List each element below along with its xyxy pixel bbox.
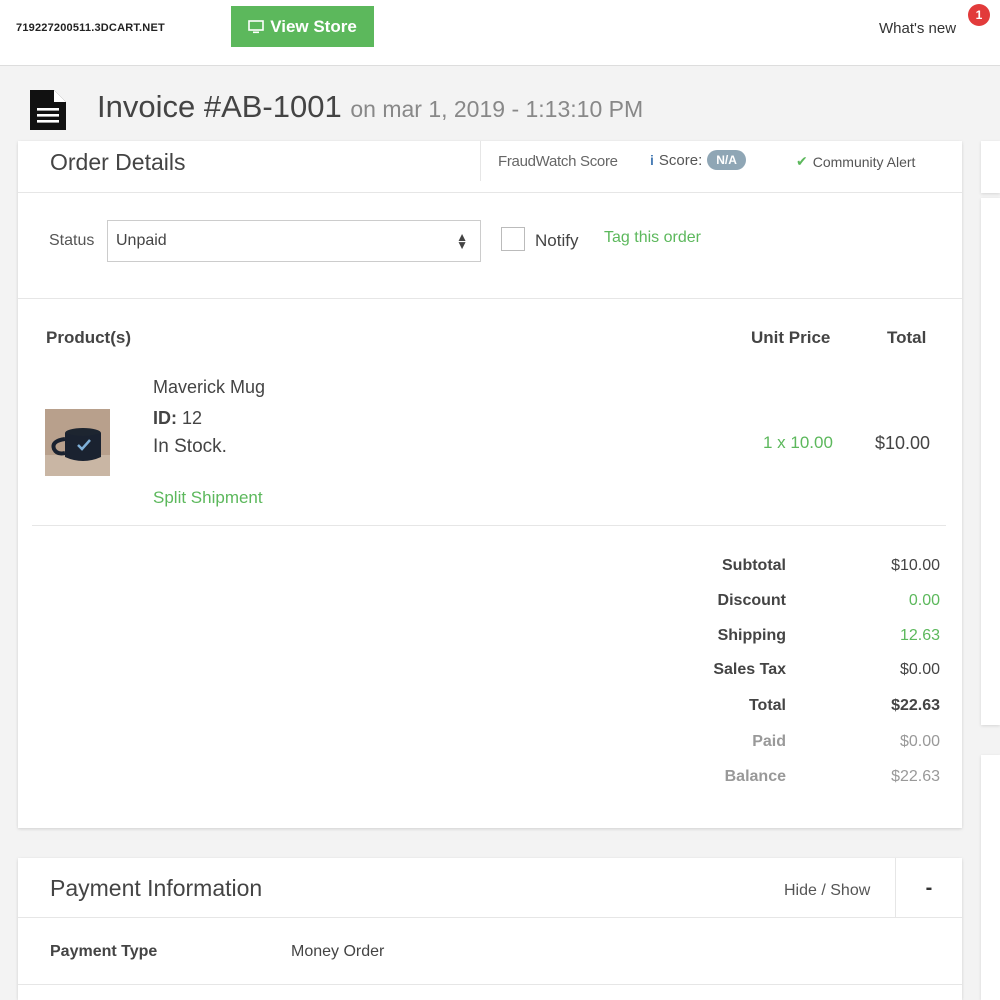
product-name[interactable]: Maverick Mug bbox=[153, 377, 265, 398]
header-divider bbox=[480, 141, 481, 181]
top-bar: 719227200511.3DCART.NET View Store What'… bbox=[0, 0, 1000, 66]
collapse-button[interactable]: - bbox=[896, 858, 962, 918]
paid-label: Paid bbox=[752, 733, 786, 750]
status-select[interactable]: Unpaid ▲ ▼ bbox=[107, 220, 481, 262]
product-stock-status: In Stock. bbox=[153, 436, 227, 457]
products-column-header: Product(s) bbox=[46, 328, 131, 347]
status-row: Status Unpaid ▲ ▼ Notify Tag this order bbox=[18, 194, 962, 299]
notify-label: Notify bbox=[535, 231, 579, 250]
total-label: Total bbox=[748, 697, 786, 714]
total-value: $22.63 bbox=[891, 697, 940, 714]
discount-label: Discount bbox=[717, 592, 786, 609]
order-details-header: Order Details FraudWatch Score i Score: … bbox=[18, 141, 962, 193]
info-icon[interactable]: i bbox=[650, 152, 654, 168]
total-column-header: Total bbox=[887, 328, 927, 347]
score-badge: N/A bbox=[707, 150, 746, 170]
split-shipment-link[interactable]: Split Shipment bbox=[153, 488, 263, 508]
select-caret-icon: ▲ ▼ bbox=[456, 230, 468, 252]
balance-value: $22.63 bbox=[891, 768, 940, 785]
document-icon bbox=[30, 90, 66, 130]
product-id-label: ID: bbox=[153, 408, 177, 428]
order-details-title: Order Details bbox=[50, 149, 186, 175]
payment-divider bbox=[18, 984, 962, 985]
product-line-total: $10.00 bbox=[875, 433, 931, 453]
score-label: Score: bbox=[658, 151, 703, 169]
status-label: Status bbox=[49, 232, 95, 249]
view-store-label: View Store bbox=[270, 16, 357, 36]
score-indicator: i Score: N/A bbox=[650, 150, 746, 170]
shipping-value[interactable]: 12.63 bbox=[800, 627, 940, 645]
community-alert[interactable]: ✔ Community Alert bbox=[796, 153, 915, 170]
monitor-icon bbox=[248, 19, 264, 33]
balance-label: Balance bbox=[724, 768, 786, 785]
product-id: ID: 12 bbox=[153, 408, 202, 429]
notification-badge[interactable]: 1 bbox=[968, 4, 990, 26]
notify-checkbox[interactable] bbox=[501, 227, 525, 251]
sales-tax-value: $0.00 bbox=[899, 661, 940, 678]
side-panel-bottom bbox=[981, 755, 1000, 1000]
hide-show-toggle[interactable]: Hide / Show bbox=[784, 882, 870, 900]
side-panel-top bbox=[981, 141, 1000, 193]
payment-title: Payment Information bbox=[50, 875, 263, 901]
subtotal-value: $10.00 bbox=[891, 557, 940, 574]
invoice-number: Invoice #AB-1001 bbox=[97, 89, 342, 124]
payment-type-label: Payment Type bbox=[50, 943, 158, 960]
unit-price-column-header: Unit Price bbox=[751, 328, 831, 347]
check-icon: ✔ bbox=[796, 153, 808, 169]
sales-tax-label: Sales Tax bbox=[713, 661, 786, 678]
payment-information-card: Payment Information Hide / Show - Paymen… bbox=[18, 858, 962, 1000]
product-id-value: 12 bbox=[182, 408, 203, 428]
payment-header: Payment Information Hide / Show - bbox=[18, 858, 962, 918]
store-url[interactable]: 719227200511.3DCART.NET bbox=[16, 22, 165, 34]
tag-order-link[interactable]: Tag this order bbox=[604, 229, 701, 247]
community-alert-label: Community Alert bbox=[812, 153, 916, 170]
shipping-label: Shipping bbox=[717, 627, 786, 644]
invoice-date: on mar 1, 2019 - 1:13:10 PM bbox=[350, 96, 644, 122]
status-selected-value: Unpaid bbox=[116, 232, 167, 249]
order-details-card: Order Details FraudWatch Score i Score: … bbox=[18, 141, 962, 828]
discount-value[interactable]: 0.00 bbox=[800, 592, 940, 610]
product-image[interactable] bbox=[45, 409, 110, 476]
side-panel-middle bbox=[981, 198, 1000, 725]
page-title: Invoice #AB-1001 on mar 1, 2019 - 1:13:1… bbox=[97, 89, 643, 125]
product-qty-price[interactable]: 1 x 10.00 bbox=[763, 433, 833, 453]
view-store-button[interactable]: View Store bbox=[231, 6, 374, 47]
mug-image bbox=[45, 409, 110, 476]
paid-value: $0.00 bbox=[899, 733, 940, 750]
whats-new-link[interactable]: What's new bbox=[879, 20, 956, 37]
fraud-score-label[interactable]: FraudWatch Score bbox=[498, 153, 618, 170]
subtotal-label: Subtotal bbox=[722, 557, 786, 574]
products-divider bbox=[32, 525, 946, 526]
payment-type-value: Money Order bbox=[291, 943, 385, 960]
